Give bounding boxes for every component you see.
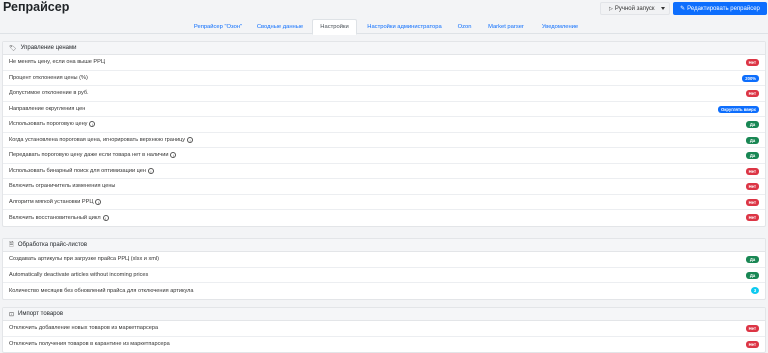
status-badge: Нет xyxy=(745,183,759,190)
tag-icon: 🏷 xyxy=(9,45,17,52)
section-header: ⊡ Импорт товаров xyxy=(3,308,765,321)
page-title: Репрайсер xyxy=(3,0,70,14)
status-badge: Да xyxy=(746,136,759,144)
setting-label: Передавать пороговую цену даже если това… xyxy=(9,152,169,159)
setting-label: Использовать бинарный поиск для оптимиза… xyxy=(9,167,146,174)
status-badge: Нет xyxy=(745,214,759,221)
status-badge: Да xyxy=(746,121,759,128)
tab-market-parser[interactable]: Market parser xyxy=(481,19,531,34)
setting-label: Включить восстановительный цикл xyxy=(9,214,101,221)
setting-row: Отключить добавление новых товаров из ма… xyxy=(3,321,765,337)
section-header: 🗎 Обработка прайс-листов xyxy=(3,239,765,252)
section-title: Импорт товаров xyxy=(18,311,64,317)
info-icon[interactable]: i xyxy=(147,167,154,174)
status-badge: Да xyxy=(746,256,759,263)
setting-label: Automatically deactivate articles withou… xyxy=(9,271,149,278)
setting-row: Automatically deactivate articles withou… xyxy=(3,268,765,283)
status-badge: Нет xyxy=(745,167,759,175)
info-icon[interactable]: i xyxy=(170,152,177,159)
tab-admin-settings[interactable]: Настройки администратора xyxy=(360,19,449,34)
setting-label: Создавать артикулы при загрузке прайса Р… xyxy=(9,256,160,263)
setting-label: Количество месяцев без обновлений прайса… xyxy=(9,287,194,294)
pencil-icon: ✎ xyxy=(680,6,686,12)
info-icon[interactable]: i xyxy=(89,121,96,128)
tab-ozon[interactable]: Ozon xyxy=(452,19,477,34)
setting-row: Использовать пороговую цену i Да xyxy=(3,117,765,133)
setting-row: Допустимое отклонение в руб. Нет xyxy=(3,86,765,102)
status-badge: Нет xyxy=(745,90,759,97)
setting-label: Процент отклонения цены (%) xyxy=(9,74,88,81)
section-header: 🏷 Управление ценами xyxy=(3,42,765,55)
status-badge: Нет xyxy=(745,198,759,206)
setting-row: Включить ограничитель изменения цены Нет xyxy=(3,179,765,195)
setting-row: Использовать бинарный поиск для оптимиза… xyxy=(3,164,765,179)
info-icon[interactable]: i xyxy=(187,136,194,143)
setting-row: Количество месяцев без обновлений прайса… xyxy=(3,283,765,299)
status-badge: Нет xyxy=(745,59,759,66)
section-price-management: 🏷 Управление ценами Не менять цену, если… xyxy=(2,41,766,227)
setting-row: Включить восстановительный цикл i Нет xyxy=(3,210,765,226)
status-badge: Нет xyxy=(745,340,759,348)
status-badge: Округлять вверх xyxy=(718,105,759,113)
caret-down-icon xyxy=(661,7,665,10)
manual-run-label: Ручной запуск xyxy=(614,5,655,12)
status-badge: 200% xyxy=(742,74,759,82)
tab-summary[interactable]: Сводные данные xyxy=(251,19,309,34)
import-icon: ⊡ xyxy=(9,311,15,318)
setting-label: Когда установлена пороговая цена, игнори… xyxy=(9,136,186,143)
count-badge: 3 xyxy=(751,287,759,294)
tab-settings[interactable]: Настройки xyxy=(312,19,357,35)
section-product-import: ⊡ Импорт товаров Отключить добавление но… xyxy=(2,307,766,353)
edit-repricer-button[interactable]: ✎ Редактировать репрайсер xyxy=(673,2,767,15)
section-price-lists: 🗎 Обработка прайс-листов Создавать артик… xyxy=(2,238,766,300)
setting-row: Отключить получения товаров в карантине … xyxy=(3,337,765,353)
section-title: Управление ценами xyxy=(20,45,77,51)
setting-row: Создавать артикулы при загрузке прайса Р… xyxy=(3,252,765,268)
tab-repricer-ozon[interactable]: Репрайсер "Озон" xyxy=(186,19,250,34)
document-icon: 🗎 xyxy=(9,242,14,248)
manual-run-dropdown[interactable]: ▷ Ручной запуск xyxy=(600,2,670,15)
tab-notifications[interactable]: Уведомление xyxy=(534,19,586,34)
setting-label: Направление округления цен xyxy=(9,105,86,112)
setting-label: Использовать пороговую цену xyxy=(9,121,88,128)
setting-row: Направление округления цен Округлять вве… xyxy=(3,102,765,117)
status-badge: Да xyxy=(746,271,759,279)
setting-row: Процент отклонения цены (%) 200% xyxy=(3,71,765,86)
status-badge: Да xyxy=(746,152,759,159)
setting-label: Включить ограничитель изменения цены xyxy=(9,183,116,190)
status-badge: Нет xyxy=(745,325,759,332)
setting-label: Алгоритм мягкой установки РРЦ xyxy=(9,198,94,205)
setting-label: Отключить добавление новых товаров из ма… xyxy=(9,325,159,332)
tab-bar: Репрайсер "Озон" Сводные данные Настройк… xyxy=(0,19,768,35)
info-icon[interactable]: i xyxy=(95,198,102,205)
setting-label: Отключить получения товаров в карантине … xyxy=(9,341,170,348)
setting-row: Передавать пороговую цену даже если това… xyxy=(3,148,765,164)
setting-row: Когда установлена пороговая цена, игнори… xyxy=(3,133,765,148)
play-icon: ▷ xyxy=(609,5,613,12)
info-icon[interactable]: i xyxy=(102,214,109,221)
edit-repricer-label: Редактировать репрайсер xyxy=(687,5,760,12)
setting-row: Алгоритм мягкой установки РРЦ i Нет xyxy=(3,195,765,210)
setting-label: Допустимое отклонение в руб. xyxy=(9,90,89,97)
setting-label: Не менять цену, если она выше РРЦ xyxy=(9,59,105,66)
section-title: Обработка прайс-листов xyxy=(17,242,88,248)
setting-row: Не менять цену, если она выше РРЦ Нет xyxy=(3,55,765,71)
